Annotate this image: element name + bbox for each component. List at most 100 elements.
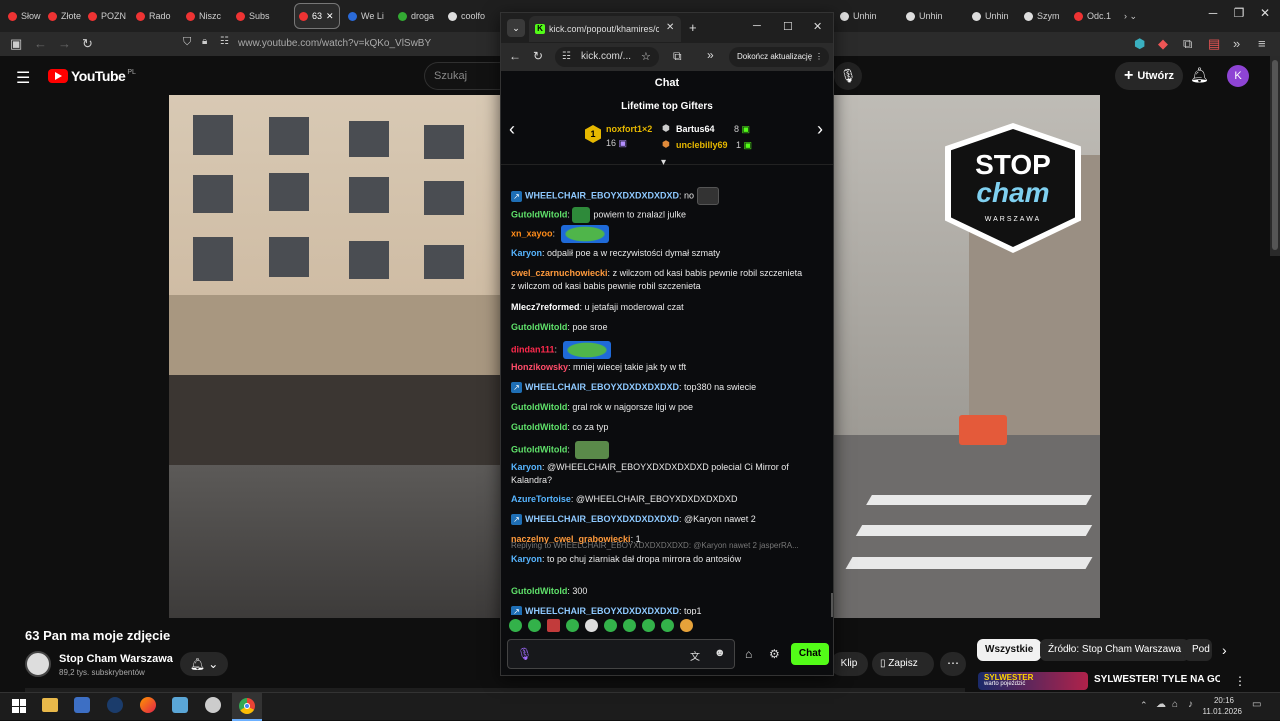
popup-maximize-icon[interactable]: ☐ xyxy=(783,20,793,33)
search-input[interactable]: Szukaj xyxy=(424,62,504,90)
voice-search-icon[interactable]: 🎙︎ xyxy=(834,62,862,90)
start-icon[interactable] xyxy=(12,699,26,713)
tab-overflow-icon[interactable]: › ⌄ xyxy=(1120,3,1160,29)
browser-tab[interactable]: We Li xyxy=(344,3,390,29)
gift-store-icon[interactable]: ⌂ xyxy=(745,647,752,661)
browser-tab[interactable]: POZN xyxy=(84,3,130,29)
emote-icon[interactable] xyxy=(661,619,674,632)
minimize-window-button[interactable]: ─ xyxy=(1200,6,1226,20)
lock-icon[interactable]: 🔒︎ xyxy=(202,36,207,47)
popup-chevrons-icon[interactable]: » xyxy=(707,48,714,62)
chat-username[interactable]: GutoldWitold xyxy=(511,422,567,432)
popup-active-tab[interactable]: K kick.com/popout/khamires/chat ✕ xyxy=(529,16,681,42)
microphone-icon[interactable]: 🎙︎ xyxy=(517,647,532,661)
popup-menu-icon[interactable]: ⋮ xyxy=(815,47,823,67)
menu-icon[interactable]: ≡ xyxy=(1258,36,1266,51)
chat-scrollbar[interactable] xyxy=(831,593,833,617)
emote-icon[interactable] xyxy=(642,619,655,632)
browser-tab[interactable]: 63 ✕ xyxy=(294,3,340,29)
reload-icon[interactable]: ↻ xyxy=(82,36,93,52)
channel-avatar[interactable] xyxy=(25,651,51,677)
popup-address-bar[interactable]: ☷ kick.com/... ☆ xyxy=(555,47,659,67)
extension-shield-icon[interactable]: ⬢ xyxy=(1134,36,1145,52)
browser-tab[interactable]: Unhin xyxy=(968,3,1016,29)
chat-username[interactable]: WHEELCHAIR_EBOYXDXDXDXDXD xyxy=(525,190,679,200)
emote-image[interactable] xyxy=(572,207,591,223)
emote-icon[interactable] xyxy=(509,619,522,632)
chrome-taskbar-button[interactable] xyxy=(232,693,262,721)
popup-extensions-icon[interactable]: ⧉ xyxy=(673,49,682,64)
browser-tab[interactable]: coolfo xyxy=(444,3,490,29)
chips-next-icon[interactable]: › xyxy=(1222,642,1227,658)
notifications-bell-icon[interactable]: 🔔︎ xyxy=(1190,66,1209,84)
new-tab-icon[interactable]: + xyxy=(689,20,697,35)
back-icon[interactable]: ← xyxy=(34,36,47,51)
chat-username[interactable]: cwel_czarnuchowiecki xyxy=(511,268,608,278)
emote-icon[interactable] xyxy=(623,619,636,632)
popup-reload-icon[interactable]: ↻ xyxy=(533,49,543,63)
emote-icon[interactable] xyxy=(566,619,579,632)
gifter-1-name[interactable]: noxfort1×2 xyxy=(606,124,652,134)
chat-username[interactable]: GutoldWitold xyxy=(511,402,567,412)
reply-preview[interactable]: Replying to WHEELCHAIR_EBOYXDXDXDXDXD: @… xyxy=(511,539,826,552)
recommended-title[interactable]: SYLWESTER! TYLE NA GODZINĘ!! xyxy=(1094,674,1220,690)
subscribed-bell-button[interactable]: 🔔︎ ⌄ xyxy=(180,652,228,676)
firefox-icon[interactable] xyxy=(140,697,156,713)
chat-username[interactable]: Karyon xyxy=(511,248,542,258)
media-app-icon[interactable] xyxy=(205,697,221,713)
translate-icon[interactable]: 文 xyxy=(690,648,700,663)
youtube-logo[interactable]: YouTube PL xyxy=(48,68,136,84)
steam-icon[interactable] xyxy=(107,697,123,713)
popup-minimize-icon[interactable]: ─ xyxy=(753,20,761,32)
chip-pod[interactable]: Pod xyxy=(1184,639,1212,661)
emote-image[interactable] xyxy=(560,225,609,243)
bookmark-star-icon[interactable]: ☆ xyxy=(641,50,651,63)
emote-icon[interactable] xyxy=(585,619,598,632)
file-explorer-icon[interactable] xyxy=(42,698,58,712)
overflow-chevrons-icon[interactable]: » xyxy=(1233,36,1240,51)
forward-icon[interactable]: → xyxy=(58,36,71,51)
chat-username[interactable]: Karyon xyxy=(511,462,542,472)
chat-username[interactable]: GutoldWitold xyxy=(511,209,567,219)
extensions-icon[interactable]: ⧉ xyxy=(1183,36,1192,52)
channel-name[interactable]: Stop Cham Warszawa xyxy=(59,653,173,665)
close-window-button[interactable]: ✕ xyxy=(1252,6,1278,20)
clock-date[interactable]: 11.01.2026 xyxy=(1196,707,1242,716)
browser-tab[interactable]: Odc.1 xyxy=(1070,3,1118,29)
account-avatar[interactable]: K xyxy=(1227,65,1249,87)
close-tab-icon[interactable]: ✕ xyxy=(666,22,674,33)
chat-username[interactable]: WHEELCHAIR_EBOYXDXDXDXDXD xyxy=(525,514,679,524)
emote-image[interactable] xyxy=(575,441,610,459)
tracking-shield-icon[interactable]: ⛉ xyxy=(183,36,191,49)
finish-update-button[interactable]: Dokończ aktualizację ⋮ xyxy=(729,47,829,67)
clip-button[interactable]: Klip xyxy=(830,652,868,676)
chat-username[interactable]: dindan111 xyxy=(511,344,555,354)
restore-window-button[interactable]: ❐ xyxy=(1226,6,1252,20)
clock-time[interactable]: 20:16 xyxy=(1206,696,1234,705)
emote-image[interactable] xyxy=(697,187,720,205)
chat-message-input[interactable]: 🎙︎ 文 ☻ xyxy=(507,639,735,669)
browser-tab[interactable]: Subs xyxy=(232,3,278,29)
emoji-picker-icon[interactable]: ☻ xyxy=(714,647,726,659)
address-bar[interactable]: www.youtube.com/watch?v=kQKo_VlSwBY xyxy=(238,38,431,49)
send-chat-button[interactable]: Chat xyxy=(791,643,829,665)
browser-tab[interactable]: Niszc xyxy=(182,3,228,29)
chat-username[interactable]: WHEELCHAIR_EBOYXDXDXDXDXD xyxy=(525,382,679,392)
chat-username[interactable]: Mlecz7reformed xyxy=(511,302,580,312)
close-tab-icon[interactable]: ✕ xyxy=(326,11,334,22)
gifter-3-name[interactable]: unclebilly69 xyxy=(676,140,728,150)
gifters-prev-icon[interactable]: ‹ xyxy=(509,119,515,140)
chat-username[interactable]: Karyon xyxy=(511,554,542,564)
chat-username[interactable]: xn_xayoo xyxy=(511,228,553,238)
chat-username[interactable]: Honzikowsky xyxy=(511,362,568,372)
chip-all[interactable]: Wszystkie xyxy=(977,639,1042,661)
wifi-icon[interactable]: ☁︎ xyxy=(1156,699,1166,710)
emote-image[interactable] xyxy=(562,341,611,359)
site-settings-icon[interactable]: ☷ xyxy=(562,51,571,62)
app-icon[interactable] xyxy=(172,697,188,713)
tab-list-icon[interactable]: ⌄ xyxy=(507,19,525,37)
browser-tab[interactable]: Unhin xyxy=(836,3,884,29)
network-icon[interactable]: ⌂ xyxy=(1172,699,1178,710)
create-button[interactable]: + Utwórz xyxy=(1115,62,1183,90)
popup-back-icon[interactable]: ← xyxy=(509,49,521,63)
